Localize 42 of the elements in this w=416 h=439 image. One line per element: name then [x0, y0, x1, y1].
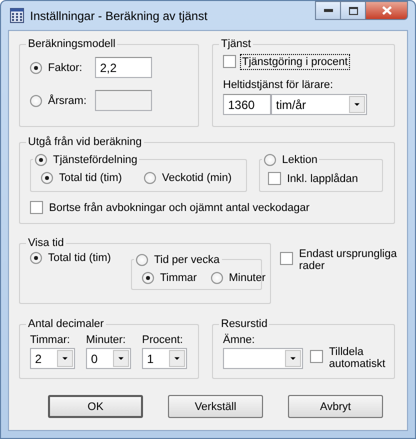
maximize-button[interactable] — [340, 1, 366, 20]
close-icon — [382, 6, 392, 15]
field-label: Minuter: — [86, 334, 127, 346]
group-title: Resurstid — [221, 318, 268, 330]
field-label: Timmar: — [30, 334, 71, 346]
group-title: Utgå från vid beräkning — [28, 136, 142, 148]
checkbox-option[interactable]: Tjänstgöring i procent — [223, 55, 348, 68]
number-field[interactable]: 2,2 — [95, 57, 152, 78]
checkbox-option[interactable]: Bortse från avbokningar och ojämnt antal veckodagar — [30, 201, 310, 214]
radio-option[interactable]: Veckotid (min) — [144, 172, 232, 184]
hours-field[interactable]: 1360 — [223, 94, 271, 115]
group-title: Beräkningsmodell — [28, 38, 116, 50]
field-label: Procent: — [142, 334, 184, 346]
combo-box[interactable]: tim/år — [271, 94, 367, 115]
checkbox-option[interactable]: Endast ursprungliga rader — [280, 248, 402, 272]
app-icon — [10, 8, 24, 23]
maximize-icon — [348, 6, 358, 14]
radio-option[interactable]: Faktor: — [30, 62, 82, 74]
dialog-button[interactable]: Avbryt — [288, 395, 383, 418]
minimize-icon — [324, 9, 332, 12]
radio-option[interactable]: Minuter — [210, 272, 266, 284]
combo-box[interactable]: 1 — [142, 348, 187, 369]
radio-option[interactable]: Tjänstefördelning — [35, 153, 138, 167]
dialog-button[interactable]: OK — [48, 395, 143, 418]
radio-option[interactable]: Timmar — [142, 272, 197, 284]
combo-box[interactable]: 0 — [86, 348, 131, 369]
close-button[interactable] — [365, 1, 408, 20]
group-title: Tjänst — [221, 38, 251, 50]
group-title: Antal decimaler — [28, 318, 104, 330]
field-label: Ämne: — [223, 334, 256, 346]
radio-option[interactable]: Total tid (tim) — [30, 252, 111, 264]
window-title: Inställningar - Beräkning av tjänst — [30, 8, 208, 22]
radio-option[interactable]: Total tid (tim) — [41, 172, 122, 184]
dialog-button[interactable]: Verkställ — [168, 395, 263, 418]
group-title: Visa tid — [28, 237, 64, 249]
radio-option[interactable]: Lektion — [264, 153, 318, 167]
checkbox-option[interactable]: Inkl. lapplådan — [268, 172, 358, 185]
checkbox-option[interactable]: Tilldela automatiskt — [310, 346, 392, 370]
field-label: Heltidstjänst för lärare: — [223, 79, 334, 91]
combo-box[interactable]: 2 — [30, 348, 75, 369]
minimize-button[interactable] — [315, 1, 341, 20]
radio-option[interactable]: Tid per vecka — [136, 253, 220, 267]
